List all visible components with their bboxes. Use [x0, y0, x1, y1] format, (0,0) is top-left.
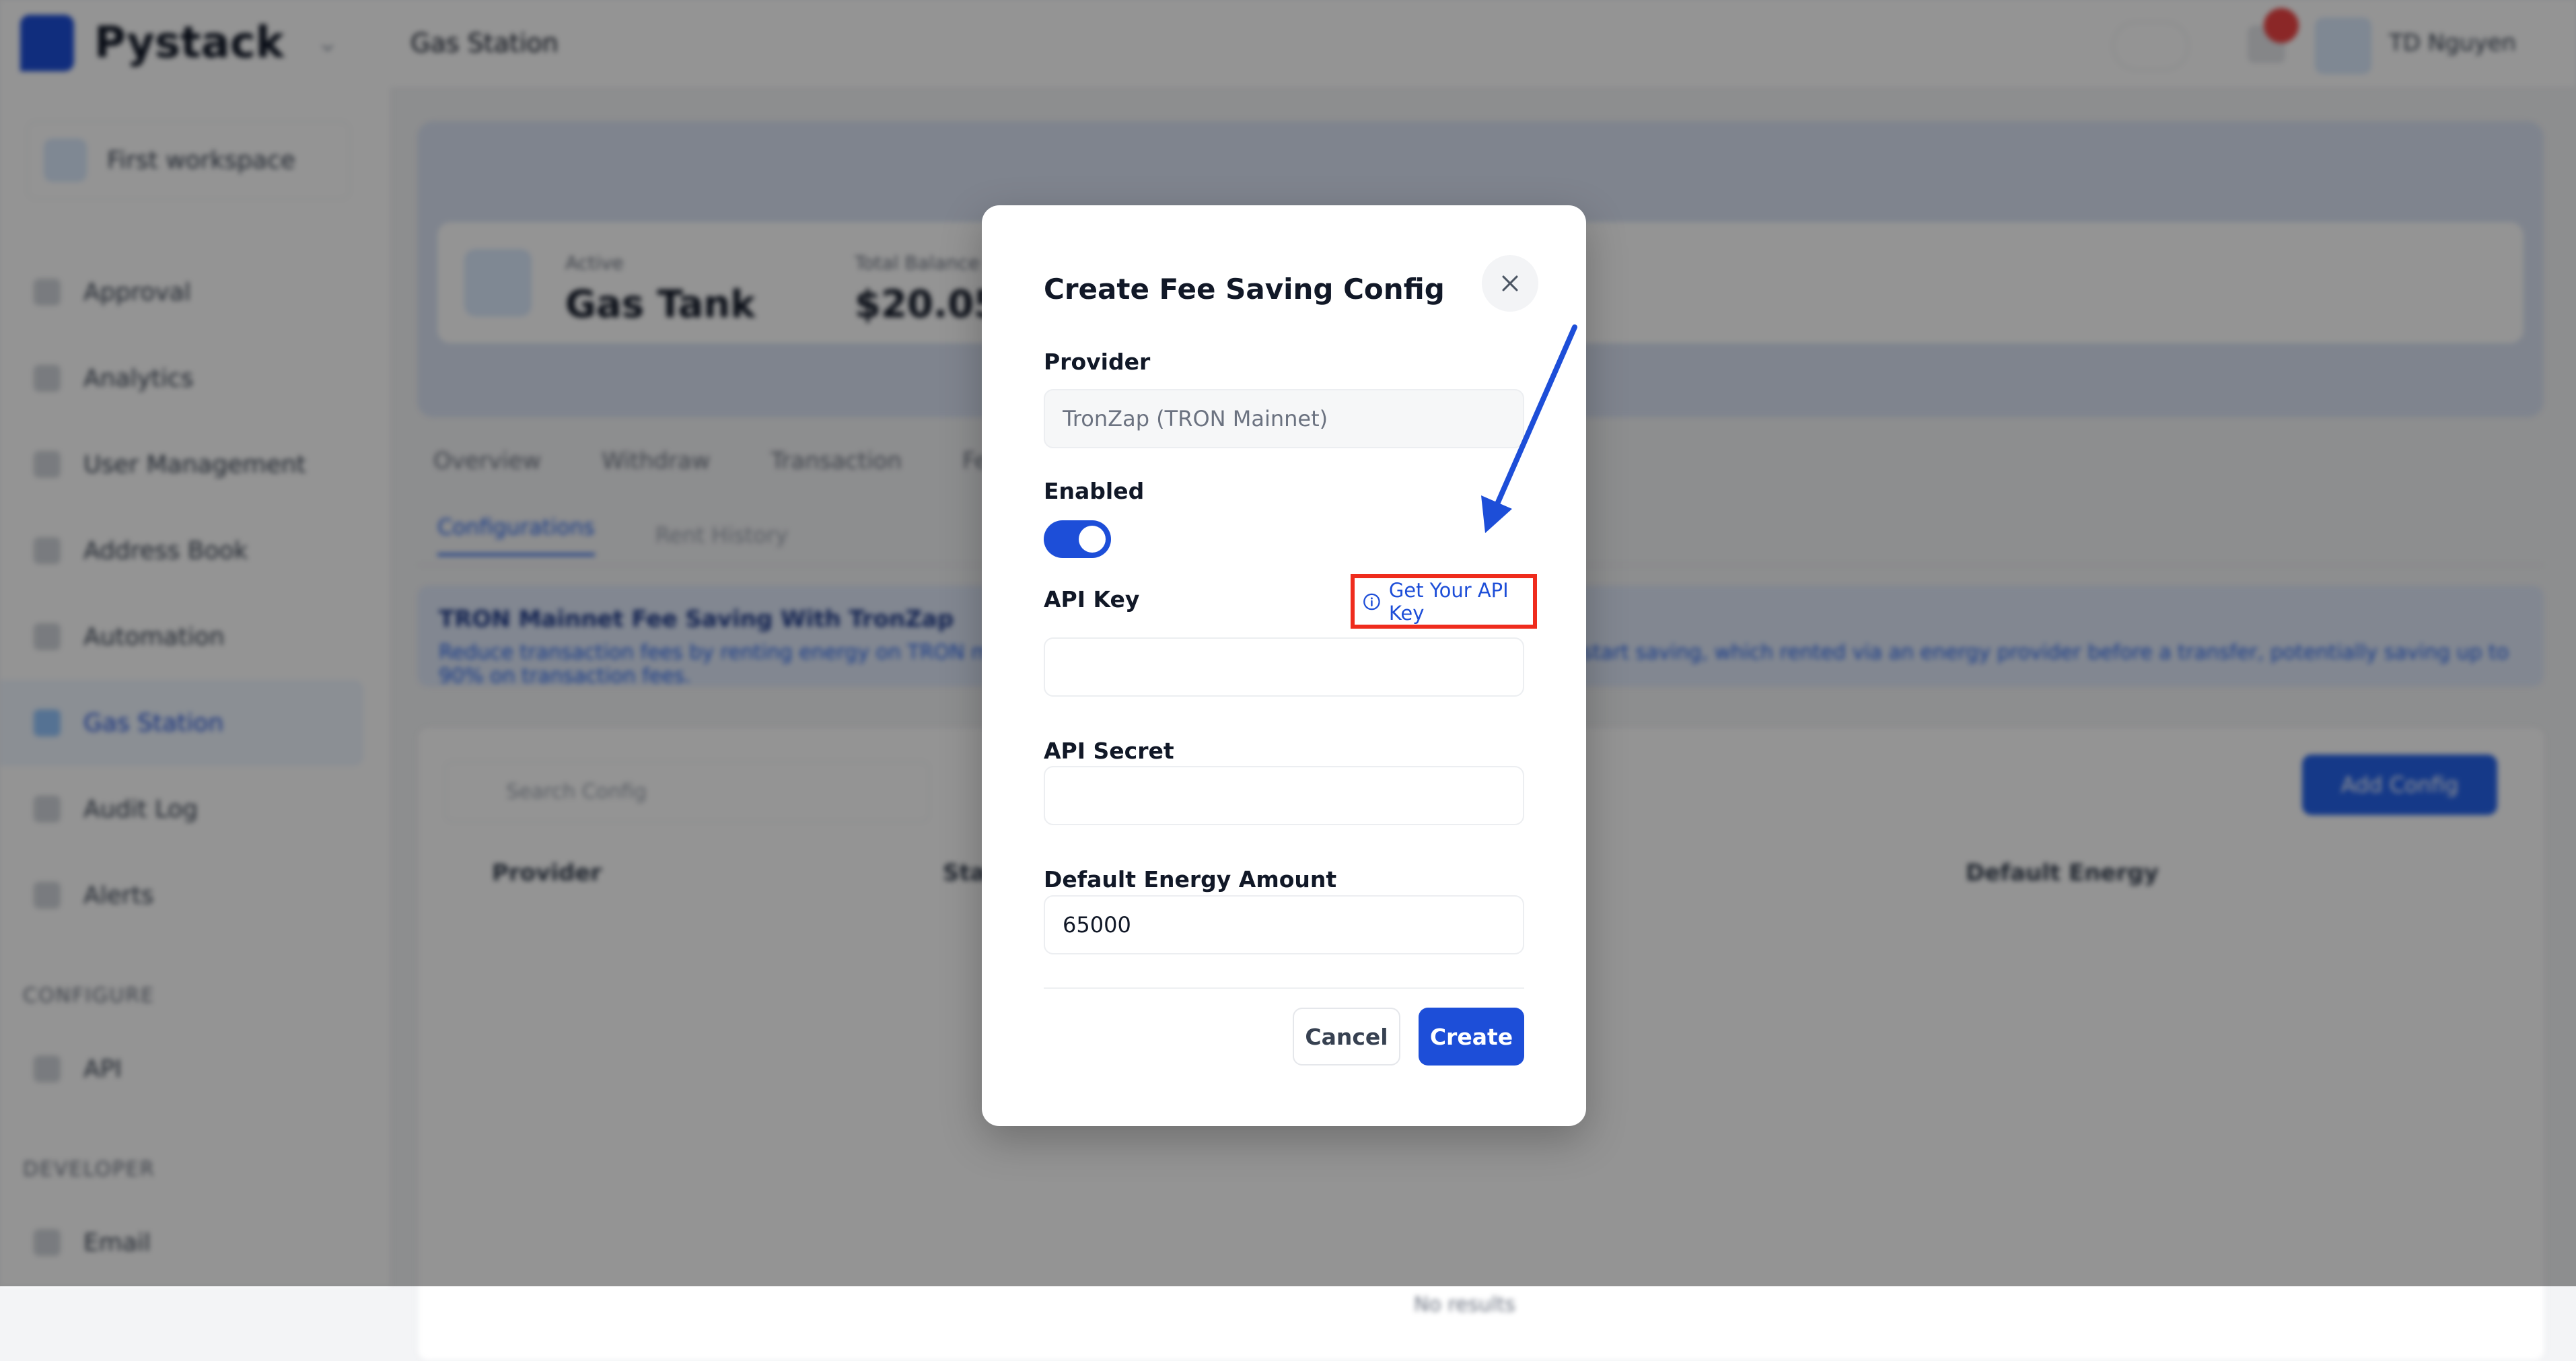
provider-label: Provider [1044, 349, 1151, 375]
enabled-toggle[interactable] [1044, 520, 1111, 558]
cancel-button[interactable]: Cancel [1293, 1008, 1400, 1066]
dialog-title: Create Fee Saving Config [1044, 273, 1445, 306]
api-key-input[interactable] [1044, 637, 1524, 697]
create-button[interactable]: Create [1419, 1008, 1524, 1066]
close-button[interactable] [1482, 255, 1538, 312]
info-icon [1363, 593, 1380, 610]
toggle-knob [1079, 526, 1106, 553]
footer-divider [1044, 987, 1524, 989]
annotation-arrow-icon [1481, 324, 1577, 533]
default-energy-label: Default Energy Amount [1044, 866, 1337, 893]
close-icon [1502, 275, 1518, 291]
api-secret-input[interactable] [1044, 766, 1524, 825]
enabled-label: Enabled [1044, 478, 1145, 504]
empty-state: No results [1414, 1293, 1515, 1317]
api-secret-label: API Secret [1044, 738, 1174, 764]
provider-field [1044, 389, 1524, 448]
api-key-label: API Key [1044, 586, 1140, 613]
get-api-key-label: Get Your API Key [1388, 578, 1509, 625]
get-api-key-link[interactable]: Get Your API Key [1351, 574, 1537, 629]
default-energy-input[interactable] [1044, 895, 1524, 954]
